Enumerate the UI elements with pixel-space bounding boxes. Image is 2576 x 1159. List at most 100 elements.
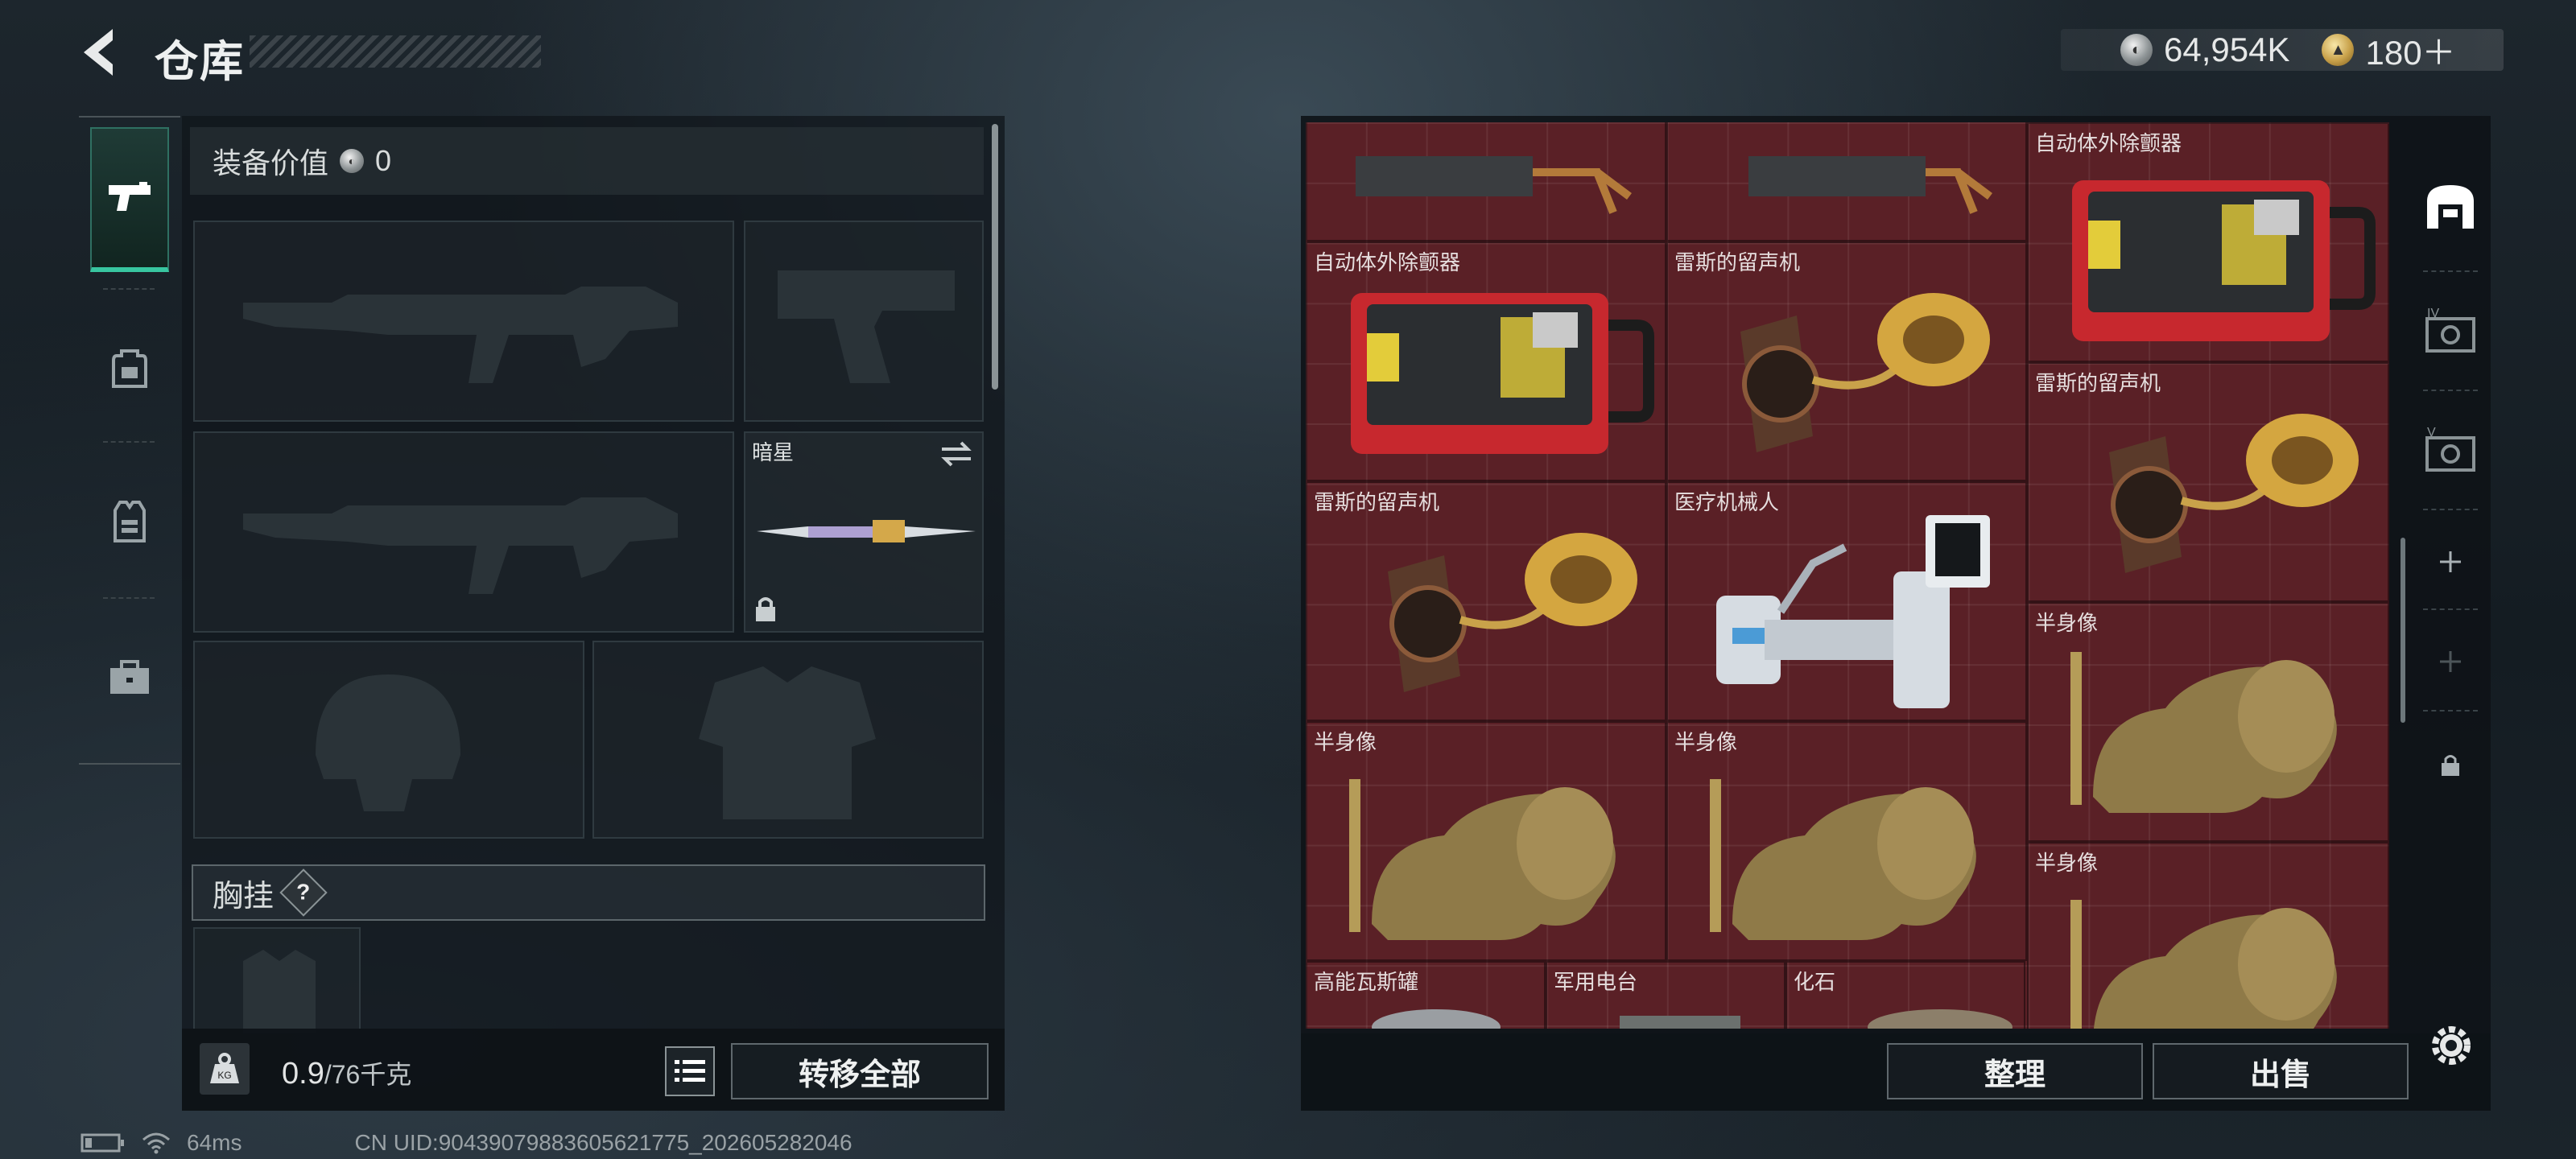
bust-statue-icon: [1710, 779, 1976, 940]
fossil-icon: [1868, 1009, 2013, 1029]
melee-name: 暗星: [752, 440, 795, 464]
partial-item-icon: [1748, 156, 1992, 214]
chest-rig-silhouette-icon: [243, 950, 316, 1033]
helmet-silhouette-icon: [316, 674, 460, 811]
stash-item-military-radio[interactable]: 军用电台: [1546, 961, 1785, 1029]
equipment-value: 0: [375, 144, 392, 177]
stash-item-partial[interactable]: [1306, 122, 1666, 241]
pistol-silhouette-icon: [778, 270, 955, 383]
silver-coin-icon: ◐: [340, 149, 365, 173]
stash-item-gas-canister[interactable]: 高能瓦斯罐: [1306, 961, 1546, 1029]
military-radio-icon: [1620, 1016, 1740, 1029]
svg-text:V: V: [2427, 426, 2436, 439]
backpack-icon: [112, 349, 147, 388]
bust-statue-icon: [2070, 652, 2337, 813]
aed-defibrillator-icon: [2072, 180, 2376, 341]
gas-canister-icon: [1372, 1009, 1501, 1029]
chest-rig-label: 胸挂: [213, 879, 275, 914]
gramophone-icon: [1388, 533, 1637, 692]
category-tab-backpack[interactable]: [90, 296, 169, 441]
category-tab-vest[interactable]: [90, 449, 169, 594]
stash-item-bust-4[interactable]: 半身像: [2027, 842, 2389, 1029]
weight-readout: 0.9/76千克: [282, 1054, 411, 1091]
lock-icon: [756, 597, 775, 621]
stash-grid: 自动体外除颤器 自动体外除颤器 雷斯的留声机 雷斯的留声机 雷斯的留声机 医疗机…: [1306, 122, 2389, 1029]
equipment-value-bar: 装备价值 ◐ 0: [190, 127, 984, 195]
list-view-button[interactable]: [665, 1046, 715, 1096]
bust-statue-icon: [1349, 779, 1616, 940]
aed-defibrillator-icon: [1351, 293, 1654, 454]
svg-text:KG: KG: [217, 1070, 231, 1081]
sort-button[interactable]: 整理: [1887, 1043, 2143, 1099]
secondary-weapon-slot[interactable]: [744, 221, 984, 422]
stash-iv-icon: IV: [2425, 307, 2475, 353]
partial-item-icon: [1356, 156, 1632, 214]
stash-item-medical-robot[interactable]: 医疗机械人: [1666, 481, 2027, 721]
svg-text:IV: IV: [2427, 307, 2439, 320]
swap-arrows-icon[interactable]: [939, 439, 974, 468]
stash-item-bust-3[interactable]: 半身像: [1666, 721, 2027, 961]
stash-scrollbar[interactable]: [2401, 538, 2405, 723]
stash-item-aed[interactable]: 自动体外除颤器: [2027, 122, 2389, 362]
loadout-scrollbar[interactable]: [992, 124, 998, 390]
back-arrow-icon[interactable]: [77, 24, 127, 80]
chest-rig-header: 胸挂 ?: [192, 864, 985, 921]
chest-rig-slot[interactable]: [193, 927, 361, 1033]
primary-weapon-slot-2[interactable]: [193, 431, 734, 633]
wifi-icon: [142, 1132, 170, 1154]
gold-triangle-coin-icon: ▲: [2322, 34, 2355, 66]
toolbox-icon: [110, 660, 149, 694]
medical-robot-icon: [1716, 515, 1990, 708]
plus-icon: [2440, 651, 2461, 672]
locked-stash-tab[interactable]: [2410, 716, 2491, 813]
stash-item-gramophone-3[interactable]: 雷斯的留声机: [1306, 481, 1666, 721]
rifle-silhouette-icon: [243, 287, 678, 383]
stash-item-bust-2[interactable]: 半身像: [1306, 721, 1666, 961]
lock-icon: [2442, 755, 2459, 776]
stash-item-gramophone[interactable]: 雷斯的留声机: [1666, 241, 2027, 481]
armor-slot[interactable]: [592, 641, 984, 839]
stash-item-aed-2[interactable]: 自动体外除颤器: [1306, 241, 1666, 481]
stash-tab-v[interactable]: V: [2410, 394, 2491, 507]
settings-gear-icon[interactable]: [2426, 1021, 2476, 1070]
uid-readout: CN UID:9043907988360562177​5_20260528204…: [354, 1130, 852, 1155]
currency-display: ◐ 64,954K ▲ 180＋: [2061, 29, 2504, 72]
page-title: 仓库: [155, 38, 245, 86]
stash-item-fossil[interactable]: 化石: [1785, 961, 2025, 1029]
weight-max: /76千克: [324, 1060, 412, 1089]
primary-weapon-slot[interactable]: [193, 221, 734, 422]
silver-coin-icon: ◐: [2120, 34, 2153, 66]
weight-current: 0.9: [282, 1057, 324, 1091]
stash-item-gramophone-2[interactable]: 雷斯的留声机: [2027, 362, 2389, 602]
add-stash-tab-button[interactable]: [2410, 514, 2491, 610]
sell-button[interactable]: 出售: [2153, 1043, 2409, 1099]
add-stash-tab-disabled: [2410, 613, 2491, 710]
list-icon: [675, 1060, 705, 1082]
title-decoration: [250, 35, 541, 68]
rifle-silhouette-icon: [243, 497, 678, 594]
warehouse-icon: [2427, 185, 2474, 229]
armor-silhouette-icon: [699, 666, 876, 819]
stash-tab-main[interactable]: [2410, 150, 2491, 262]
melee-slot[interactable]: 暗星: [744, 431, 984, 633]
stash-tab-rail: IV V: [2410, 126, 2491, 890]
stash-tab-iv[interactable]: IV: [2410, 275, 2491, 388]
help-icon[interactable]: ?: [279, 868, 328, 917]
silver-currency-value: 64,954K: [2164, 31, 2290, 68]
helmet-slot[interactable]: [193, 641, 584, 839]
gold-currency-value: 180＋: [2365, 33, 2456, 72]
stash-item-partial-2[interactable]: [1666, 122, 2027, 241]
stash-v-icon: V: [2425, 426, 2475, 472]
weight-icon: KG: [200, 1043, 250, 1095]
equipment-value-label: 装备价值: [213, 146, 329, 179]
status-bar: 64ms CN UID:9043907988360562177​5_202605…: [80, 1130, 852, 1156]
pistol-icon: [109, 182, 151, 211]
vest-icon: [114, 501, 146, 542]
ping-readout: 64ms: [187, 1130, 242, 1155]
transfer-all-button[interactable]: 转移全部: [731, 1043, 989, 1099]
stash-item-bust[interactable]: 半身像: [2027, 602, 2389, 842]
category-tab-weapons[interactable]: [90, 127, 169, 272]
category-tab-toolbox[interactable]: [90, 605, 169, 750]
battery-icon: [80, 1133, 124, 1153]
category-rail: [79, 116, 180, 765]
